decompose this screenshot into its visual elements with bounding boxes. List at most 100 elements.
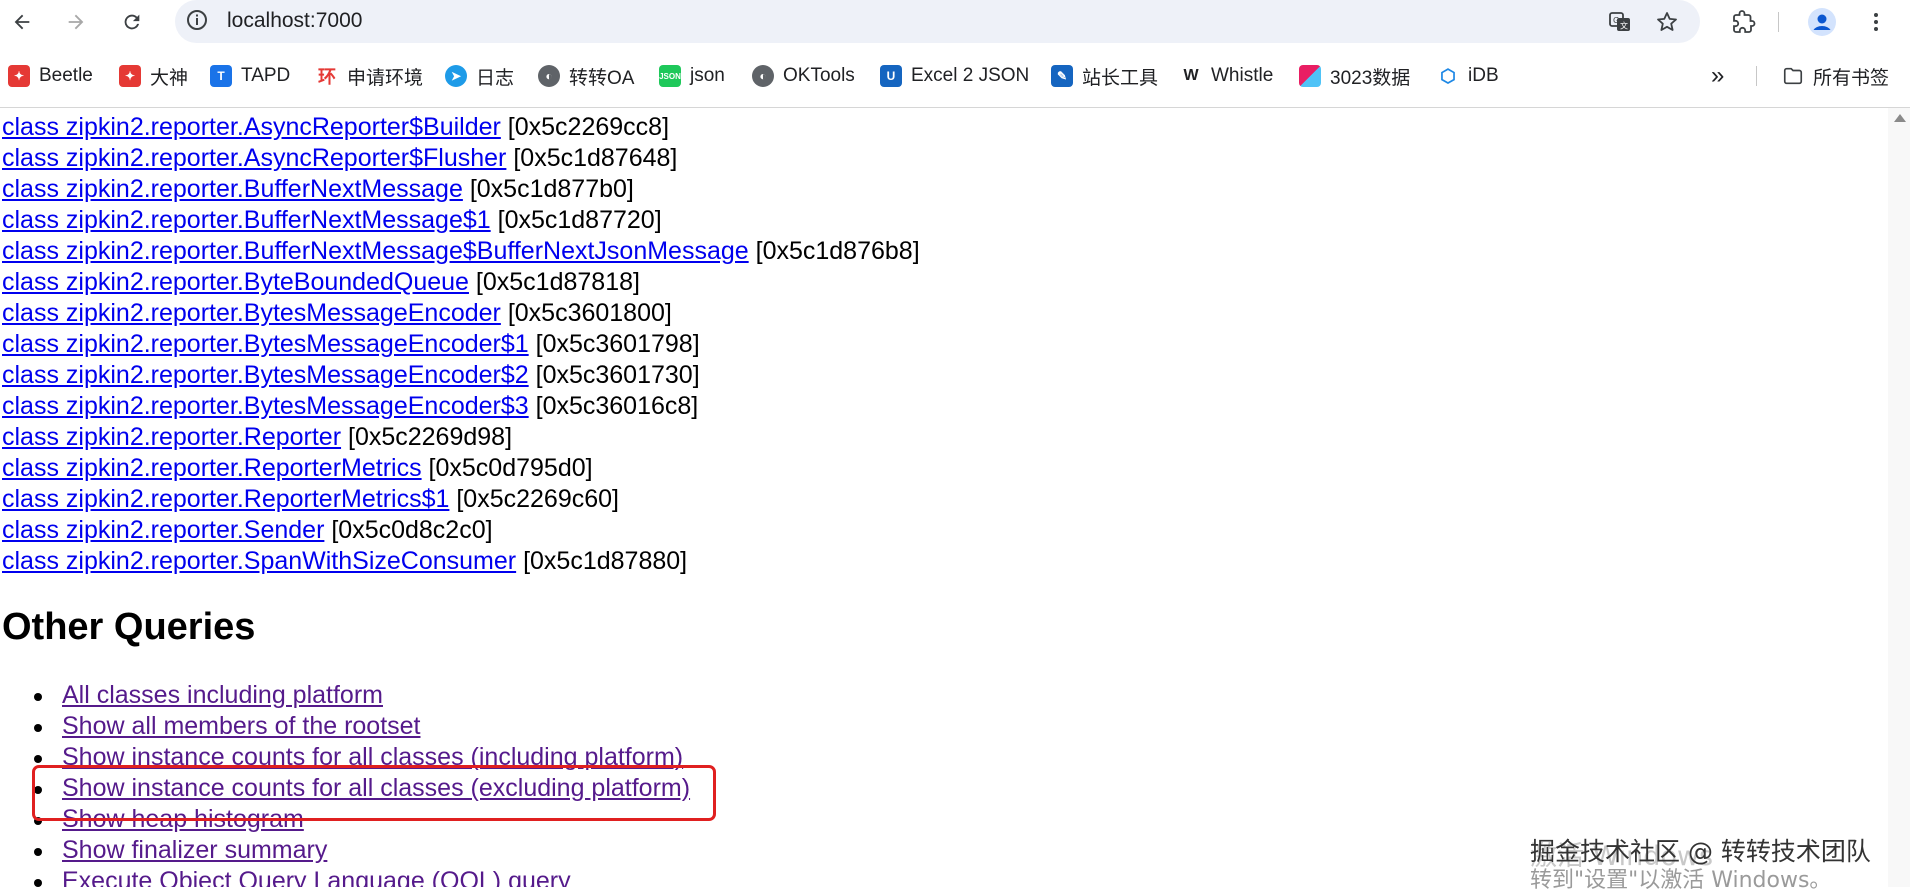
oa-icon: ◐: [538, 65, 560, 87]
url-text: localhost:7000: [227, 9, 363, 32]
bookmark-dashen[interactable]: ✦ 大神: [119, 62, 188, 90]
class-address: [0x5c1d87880]: [523, 547, 688, 575]
vertical-scrollbar[interactable]: [1888, 108, 1910, 887]
class-address: [0x5c1d876b8]: [755, 237, 920, 265]
query-link-finalizer-summary[interactable]: Show finalizer summary: [62, 836, 327, 864]
list-item: Show all members of the rootset: [33, 711, 690, 742]
more-bookmarks-button[interactable]: »: [1711, 62, 1724, 90]
arrow-right-icon: [68, 14, 84, 30]
class-row: class zipkin2.reporter.BufferNextMessage…: [2, 236, 920, 267]
oktools-icon: ◐: [752, 65, 774, 87]
folder-icon: [1782, 65, 1804, 87]
tapd-icon: T: [210, 65, 232, 87]
bookmark-3023[interactable]: 3023数据: [1299, 62, 1410, 90]
class-address: [0x5c0d8c2c0]: [331, 516, 493, 544]
log-icon: ➤: [445, 65, 467, 87]
data-icon: [1299, 65, 1321, 87]
class-address: [0x5c1d87648]: [513, 144, 678, 172]
whistle-icon: W: [1183, 67, 1199, 84]
toolbar-divider: [1778, 12, 1779, 32]
dashen-icon: ✦: [119, 65, 141, 87]
address-bar[interactable]: localhost:7000 G 文: [175, 0, 1700, 43]
class-address: [0x5c2269cc8]: [507, 113, 670, 141]
class-row: class zipkin2.reporter.AsyncReporter$Bui…: [2, 112, 920, 143]
bookmark-whistle[interactable]: W Whistle: [1180, 62, 1273, 90]
class-link[interactable]: class zipkin2.reporter.SpanWithSizeConsu…: [2, 547, 516, 575]
class-row: class zipkin2.reporter.BytesMessageEncod…: [2, 391, 920, 422]
activation-watermark-line2: 转到"设置"以激活 Windows。: [1530, 868, 1832, 893]
kebab-menu-icon: [1874, 13, 1878, 31]
all-bookmarks-button[interactable]: 所有书签: [1782, 62, 1889, 90]
class-address: [0x5c1d877b0]: [469, 175, 634, 203]
class-row: class zipkin2.reporter.BufferNextMessage…: [2, 205, 920, 236]
webmaster-icon: ✎: [1051, 65, 1073, 87]
class-row: class zipkin2.reporter.SpanWithSizeConsu…: [2, 546, 920, 577]
bookmark-oa[interactable]: ◐ 转转OA: [538, 62, 634, 90]
bookmark-json[interactable]: JSON json: [659, 62, 725, 90]
info-icon: [187, 10, 207, 30]
forward-button[interactable]: [58, 4, 94, 40]
class-link[interactable]: class zipkin2.reporter.BytesMessageEncod…: [2, 299, 501, 327]
class-link[interactable]: class zipkin2.reporter.ByteBoundedQueue: [2, 268, 469, 296]
class-row: class zipkin2.reporter.ReporterMetrics$1…: [2, 484, 920, 515]
class-row: class zipkin2.reporter.Sender [0x5c0d8c2…: [2, 515, 920, 546]
star-icon: [1657, 12, 1677, 31]
class-link[interactable]: class zipkin2.reporter.BufferNextMessage…: [2, 237, 749, 265]
class-address: [0x5c1d87818]: [475, 268, 640, 296]
translate-button[interactable]: G 文: [1606, 8, 1634, 36]
bookmark-tapd[interactable]: T TAPD: [210, 62, 290, 90]
query-link-oql[interactable]: Execute Object Query Language (OQL) quer…: [62, 867, 571, 887]
bookmarks-bar: ✦ Beetle ✦ 大神 T TAPD 环 申请环境 ➤ 日志 ◐ 转转OA …: [0, 54, 1910, 98]
class-link[interactable]: class zipkin2.reporter.BytesMessageEncod…: [2, 392, 529, 420]
class-row: class zipkin2.reporter.BytesMessageEncod…: [2, 329, 920, 360]
class-address: [0x5c2269c60]: [456, 485, 619, 513]
class-row: class zipkin2.reporter.Reporter [0x5c226…: [2, 422, 920, 453]
list-item: Show finalizer summary: [33, 835, 690, 866]
other-queries-heading: Other Queries: [2, 606, 256, 648]
class-row: class zipkin2.reporter.BufferNextMessage…: [2, 174, 920, 205]
list-item: All classes including platform: [33, 680, 690, 711]
reload-button[interactable]: [114, 4, 150, 40]
list-item: Execute Object Query Language (OQL) quer…: [33, 866, 690, 887]
class-link[interactable]: class zipkin2.reporter.AsyncReporter$Bui…: [2, 113, 501, 141]
puzzle-icon: [1733, 10, 1756, 33]
svg-text:文: 文: [1620, 21, 1628, 31]
query-link-rootset[interactable]: Show all members of the rootset: [62, 712, 421, 740]
query-link-all-classes[interactable]: All classes including platform: [62, 681, 383, 709]
class-address: [0x5c3601800]: [507, 299, 672, 327]
bookmark-webmaster[interactable]: ✎ 站长工具: [1051, 62, 1158, 90]
bookmark-idb[interactable]: ⬡ iDB: [1437, 62, 1498, 90]
extensions-button[interactable]: [1728, 6, 1760, 38]
class-address: [0x5c2269d98]: [348, 423, 513, 451]
class-link[interactable]: class zipkin2.reporter.BufferNextMessage: [2, 175, 463, 203]
class-link[interactable]: class zipkin2.reporter.BytesMessageEncod…: [2, 330, 529, 358]
class-address: [0x5c36016c8]: [535, 392, 699, 420]
class-row: class zipkin2.reporter.BytesMessageEncod…: [2, 298, 920, 329]
bookmark-env[interactable]: 环 申请环境: [316, 62, 423, 90]
class-address: [0x5c1d87720]: [497, 206, 662, 234]
reload-icon: [124, 14, 140, 30]
profile-button[interactable]: [1806, 6, 1838, 38]
class-link[interactable]: class zipkin2.reporter.BytesMessageEncod…: [2, 361, 529, 389]
browser-chrome: localhost:7000 G 文 ✦ Beetle ✦ 大神 T TAPD …: [0, 0, 1910, 108]
bookmark-log[interactable]: ➤ 日志: [445, 62, 514, 90]
site-info-button[interactable]: [185, 8, 211, 34]
class-link[interactable]: class zipkin2.reporter.BufferNextMessage…: [2, 206, 491, 234]
back-button[interactable]: [4, 4, 40, 40]
class-address: [0x5c0d795d0]: [428, 454, 593, 482]
bookmark-star-button[interactable]: [1653, 8, 1681, 36]
class-link[interactable]: class zipkin2.reporter.Reporter: [2, 423, 341, 451]
class-link[interactable]: class zipkin2.reporter.ReporterMetrics$1: [2, 485, 449, 513]
bookmark-oktools[interactable]: ◐ OKTools: [752, 62, 855, 90]
bookmark-beetle[interactable]: ✦ Beetle: [8, 62, 93, 90]
class-row: class zipkin2.reporter.AsyncReporter$Flu…: [2, 143, 920, 174]
json-icon: JSON: [659, 65, 681, 87]
class-row: class zipkin2.reporter.ReporterMetrics […: [2, 453, 920, 484]
class-link[interactable]: class zipkin2.reporter.AsyncReporter$Flu…: [2, 144, 506, 172]
bookmark-excel2json[interactable]: U Excel 2 JSON: [880, 62, 1029, 90]
menu-button[interactable]: [1860, 6, 1892, 38]
class-link[interactable]: class zipkin2.reporter.Sender: [2, 516, 324, 544]
class-link[interactable]: class zipkin2.reporter.ReporterMetrics: [2, 454, 422, 482]
scroll-up-arrow-icon[interactable]: [1894, 114, 1906, 122]
bookmarks-divider: [1756, 66, 1757, 86]
